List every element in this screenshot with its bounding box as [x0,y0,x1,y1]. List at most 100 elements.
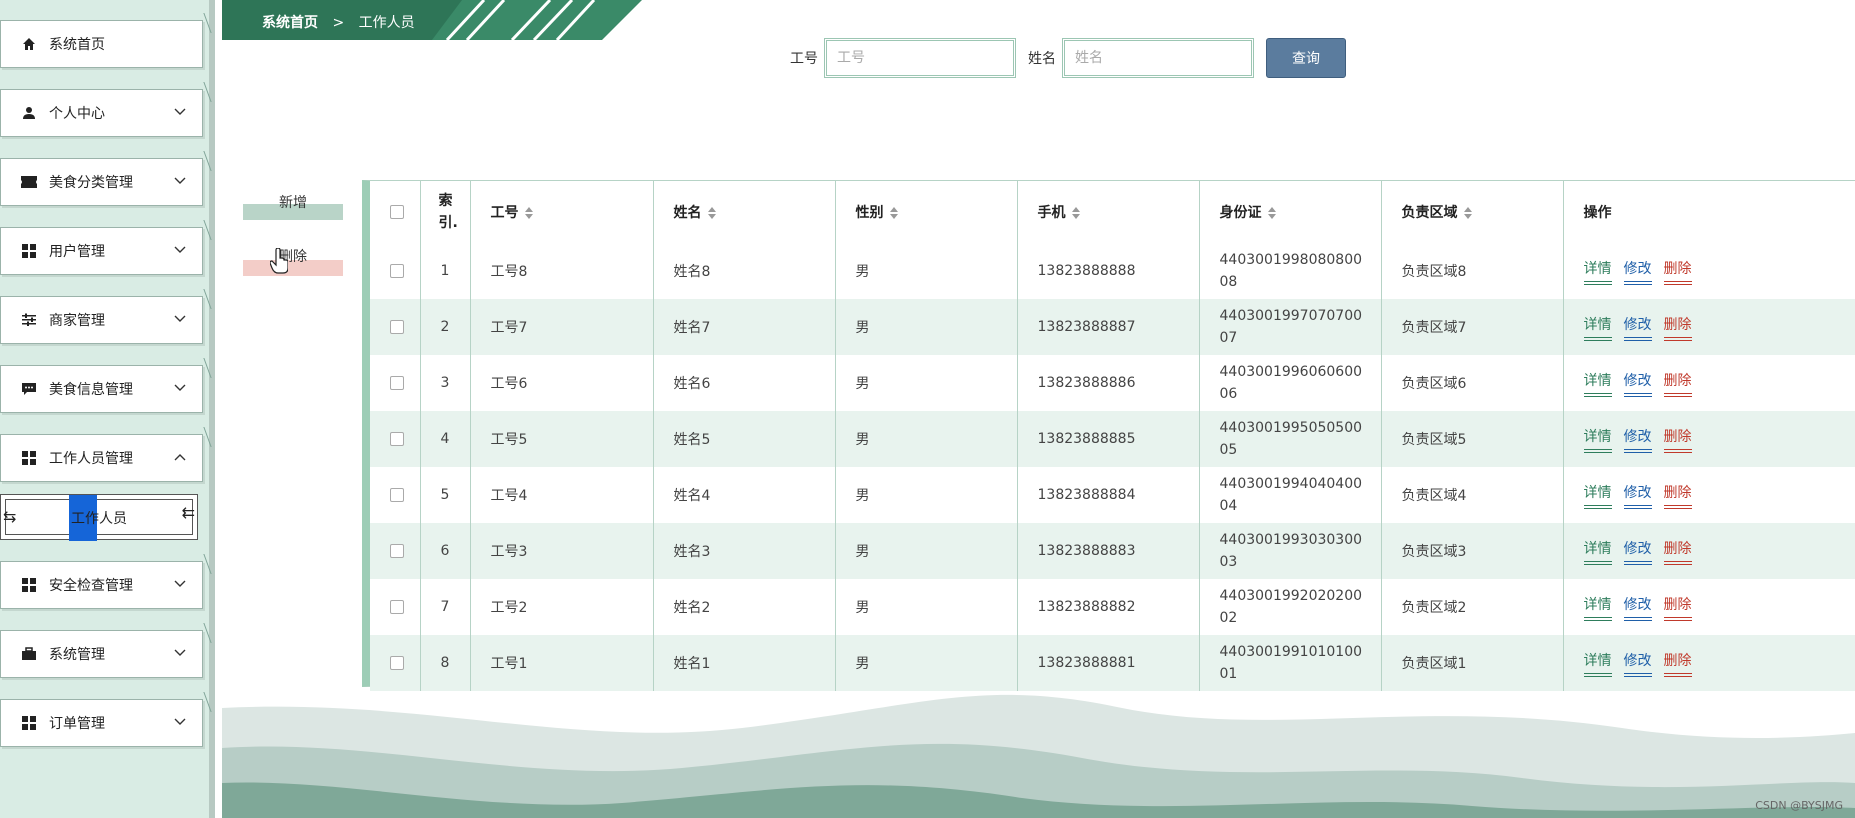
detail-link[interactable]: 详情 [1583,258,1612,285]
sidebar-item-label: 美食分类管理 [49,175,133,191]
sidebar-item-5[interactable]: 美食信息管理 [0,358,212,413]
table-row: 1 工号8 姓名8 男 13823888888 440300199808080008 负责区… [370,243,1855,299]
select-all-checkbox[interactable] [390,205,404,219]
row-checkbox[interactable] [390,600,404,614]
delete-link[interactable]: 删除 [1663,370,1692,397]
sort-icon[interactable] [707,207,716,219]
detail-link[interactable]: 详情 [1583,538,1612,565]
cell-index: 1 [420,243,471,299]
cell-area: 负责区域5 [1381,411,1564,467]
cell-id-card: 440300199404040004 [1199,467,1382,523]
row-checkbox[interactable] [390,320,404,334]
name-input[interactable] [1062,38,1254,78]
detail-link[interactable]: 详情 [1583,426,1612,453]
chevron-down-icon[interactable] [172,242,188,258]
grid-icon [21,243,37,259]
col-gender[interactable]: 性别 [835,181,1018,243]
edit-link[interactable]: 修改 [1623,426,1652,453]
row-checkbox[interactable] [390,488,404,502]
sidebar-item-label: 个人中心 [49,106,105,122]
sidebar-item-2[interactable]: 美食分类管理 [0,151,212,206]
edit-link[interactable]: 修改 [1623,258,1652,285]
delete-button[interactable]: 删除 [243,246,343,276]
search-bar: 工号 姓名 查询 [790,38,1346,78]
sort-icon[interactable] [1071,207,1080,219]
edit-link[interactable]: 修改 [1623,538,1652,565]
sort-icon[interactable] [1463,207,1472,219]
row-checkbox[interactable] [390,544,404,558]
delete-link[interactable]: 删除 [1663,538,1692,565]
sidebar-subitem-workers[interactable]: ⇆ 工作人员 ⇇ [0,494,198,541]
add-button[interactable]: 新增 [243,188,343,220]
col-index: 索引. [420,181,471,243]
delete-link[interactable]: 删除 [1663,258,1692,285]
sidebar-item-7[interactable]: 安全检查管理 [0,554,212,609]
sort-icon[interactable] [1267,207,1276,219]
delete-link[interactable]: 删除 [1663,482,1692,509]
edit-link[interactable]: 修改 [1623,314,1652,341]
table-row: 8 工号1 姓名1 男 13823888881 440300199101010001 负责区… [370,635,1855,691]
cell-id-card: 440300199303030003 [1199,523,1382,579]
grid-icon [21,577,37,593]
col-id-card[interactable]: 身份证 [1199,181,1382,243]
cell-area: 负责区域3 [1381,523,1564,579]
sidebar-item-3[interactable]: 用户管理 [0,220,212,275]
cell-gender: 男 [835,243,1018,299]
sort-icon[interactable] [524,207,533,219]
delete-link[interactable]: 删除 [1663,314,1692,341]
col-worker-no[interactable]: 工号 [470,181,654,243]
col-phone[interactable]: 手机 [1017,181,1200,243]
chevron-down-icon[interactable] [172,714,188,730]
cell-index: 2 [420,299,471,355]
sidebar-item-label: 系统首页 [49,37,105,53]
row-checkbox[interactable] [390,376,404,390]
col-area[interactable]: 负责区域 [1381,181,1564,243]
detail-link[interactable]: 详情 [1583,594,1612,621]
cell-gender: 男 [835,355,1018,411]
delete-link[interactable]: 删除 [1663,650,1692,677]
edit-link[interactable]: 修改 [1623,482,1652,509]
table-row: 3 工号6 姓名6 男 13823888886 440300199606060006 负责区… [370,355,1855,411]
chevron-down-icon[interactable] [172,645,188,661]
chevron-up-icon[interactable] [172,449,188,465]
table-row: 4 工号5 姓名5 男 13823888885 440300199505050005 负责区… [370,411,1855,467]
cell-ops: 详情 修改 删除 [1563,411,1855,467]
sidebar-item-0[interactable]: 系统首页 [0,13,212,68]
detail-link[interactable]: 详情 [1583,482,1612,509]
sidebar-corner-decoration [5,0,75,8]
edit-link[interactable]: 修改 [1623,594,1652,621]
cell-name: 姓名5 [653,411,836,467]
sidebar-item-1[interactable]: 个人中心 [0,82,212,137]
row-checkbox[interactable] [390,656,404,670]
breadcrumb-home[interactable]: 系统首页 [262,15,318,31]
sidebar-item-6[interactable]: 工作人员管理 [0,427,212,482]
row-checkbox[interactable] [390,432,404,446]
edit-link[interactable]: 修改 [1623,650,1652,677]
chevron-down-icon[interactable] [172,104,188,120]
user-icon [21,105,37,121]
sidebar-item-4[interactable]: 商家管理 [0,289,212,344]
cell-gender: 男 [835,467,1018,523]
edit-link[interactable]: 修改 [1623,370,1652,397]
cell-worker-no: 工号4 [470,467,654,523]
sidebar-item-9[interactable]: 订单管理 [0,692,212,747]
chevron-down-icon[interactable] [172,311,188,327]
col-name[interactable]: 姓名 [653,181,836,243]
row-checkbox[interactable] [390,264,404,278]
cell-id-card: 440300199202020002 [1199,579,1382,635]
cell-id-card: 440300199505050005 [1199,411,1382,467]
sort-icon[interactable] [889,207,898,219]
sidebar-item-8[interactable]: 系统管理 [0,623,212,678]
chevron-down-icon[interactable] [172,173,188,189]
delete-link[interactable]: 删除 [1663,594,1692,621]
query-button[interactable]: 查询 [1266,38,1346,78]
detail-link[interactable]: 详情 [1583,650,1612,677]
chat-icon [21,381,37,397]
detail-link[interactable]: 详情 [1583,314,1612,341]
chevron-down-icon[interactable] [172,576,188,592]
worker-no-input[interactable] [824,38,1016,78]
detail-link[interactable]: 详情 [1583,370,1612,397]
delete-link[interactable]: 删除 [1663,426,1692,453]
chevron-down-icon[interactable] [172,380,188,396]
table-row: 6 工号3 姓名3 男 13823888883 440300199303030003 负责区… [370,523,1855,579]
